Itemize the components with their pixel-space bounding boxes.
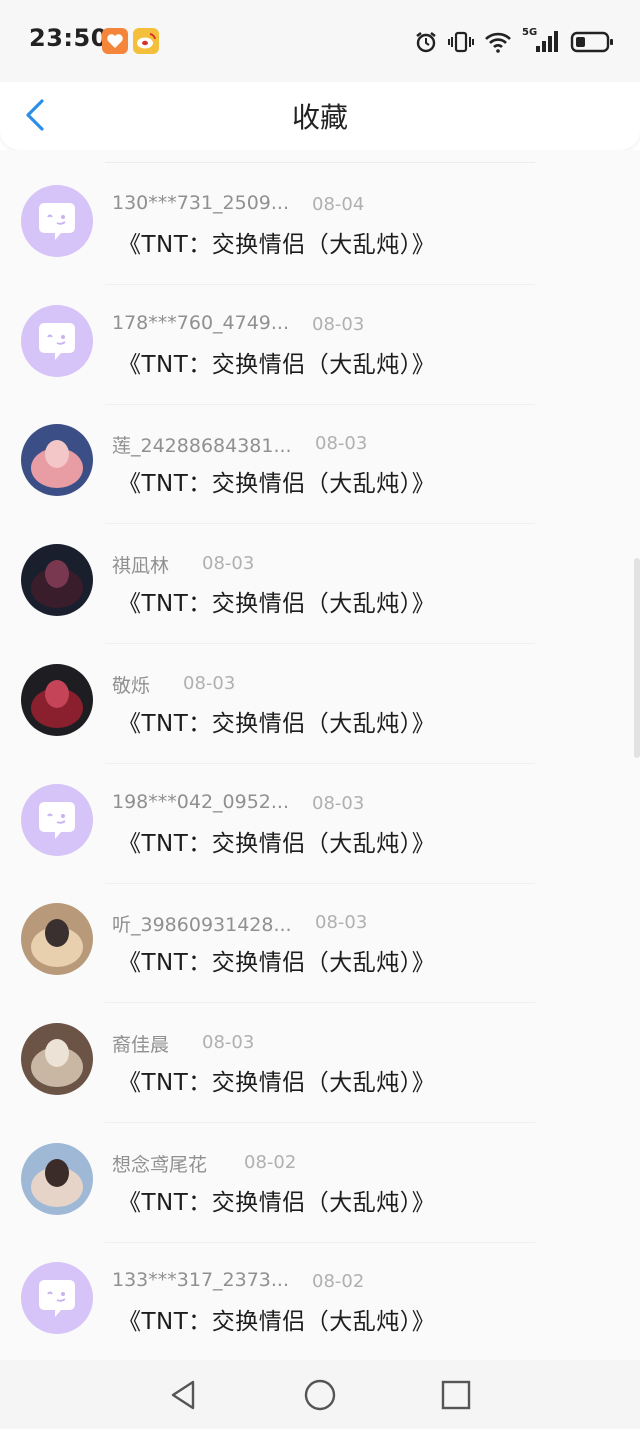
- nav-home-button[interactable]: [303, 1378, 337, 1412]
- signal-icon: 5G: [522, 27, 560, 54]
- list-item[interactable]: 祺凪林 08-03 《TNT：交换情侣（大乱炖）》: [0, 524, 640, 644]
- system-navigation-bar: [0, 1360, 640, 1429]
- work-title[interactable]: 《TNT：交换情侣（大乱炖）》: [118, 464, 435, 498]
- avatar[interactable]: [21, 784, 93, 856]
- avatar[interactable]: [21, 185, 93, 257]
- status-bar: 23:50 5G: [0, 0, 640, 82]
- avatar[interactable]: [21, 305, 93, 377]
- list-item[interactable]: 想念鸢尾花 08-02 《TNT：交换情侣（大乱炖）》: [0, 1123, 640, 1243]
- date: 08-03: [315, 433, 368, 454]
- date: 08-04: [312, 194, 365, 215]
- avatar[interactable]: [21, 903, 93, 975]
- avatar[interactable]: [21, 1023, 93, 1095]
- alarm-icon: [416, 32, 436, 53]
- list-item[interactable]: 莲_24288684381... 08-03 《TNT：交换情侣（大乱炖）》: [0, 404, 640, 524]
- wifi-icon: [485, 32, 511, 53]
- username: 想念鸢尾花: [112, 1154, 208, 1176]
- weibo-icon: [133, 28, 159, 54]
- scrollbar[interactable]: [634, 558, 640, 758]
- avatar[interactable]: [21, 664, 93, 736]
- nav-back-button[interactable]: [166, 1378, 200, 1412]
- username: 130***731_2509...: [112, 192, 290, 214]
- list-item[interactable]: 130***731_2509... 08-04 《TNT：交换情侣（大乱炖）》: [0, 165, 640, 285]
- top-app-bar: 收藏: [0, 82, 640, 150]
- home-circle-icon: [304, 1379, 336, 1411]
- date: 08-03: [312, 793, 365, 814]
- work-title[interactable]: 《TNT：交换情侣（大乱炖）》: [118, 225, 435, 259]
- username: 敬烁: [112, 675, 151, 697]
- username: 133***317_2373...: [112, 1269, 290, 1291]
- date: 08-03: [183, 673, 236, 694]
- work-title[interactable]: 《TNT：交换情侣（大乱炖）》: [118, 1183, 435, 1217]
- list-item[interactable]: 听_39860931428... 08-03 《TNT：交换情侣（大乱炖）》: [0, 883, 640, 1003]
- work-title[interactable]: 《TNT：交换情侣（大乱炖）》: [118, 943, 435, 977]
- username: 198***042_0952...: [112, 791, 290, 813]
- date: 08-02: [312, 1271, 365, 1292]
- work-title[interactable]: 《TNT：交换情侣（大乱炖）》: [118, 824, 435, 858]
- date: 08-03: [312, 314, 365, 335]
- list-item[interactable]: 133***317_2373... 08-02 《TNT：交换情侣（大乱炖）》: [0, 1242, 640, 1360]
- status-time: 23:50: [29, 24, 108, 52]
- date: 08-03: [202, 553, 255, 574]
- date: 08-03: [315, 912, 368, 933]
- work-title[interactable]: 《TNT：交换情侣（大乱炖）》: [118, 1302, 435, 1336]
- status-icons: 5G: [414, 26, 614, 58]
- username: 听_39860931428...: [112, 914, 292, 936]
- username: 祺凪林: [112, 555, 170, 577]
- list-item[interactable]: 178***760_4749... 08-03 《TNT：交换情侣（大乱炖）》: [0, 285, 640, 405]
- page-title: 收藏: [291, 101, 348, 134]
- nav-recents-button[interactable]: [439, 1378, 473, 1412]
- avatar[interactable]: [21, 544, 93, 616]
- username: 178***760_4749...: [112, 312, 290, 334]
- work-title[interactable]: 《TNT：交换情侣（大乱炖）》: [118, 584, 435, 618]
- battery-icon: [570, 31, 613, 53]
- list-item[interactable]: 裔佳晨 08-03 《TNT：交换情侣（大乱炖）》: [0, 1003, 640, 1123]
- work-title[interactable]: 《TNT：交换情侣（大乱炖）》: [118, 345, 435, 379]
- list-item[interactable]: 敬烁 08-03 《TNT：交换情侣（大乱炖）》: [0, 644, 640, 764]
- avatar[interactable]: [21, 1262, 93, 1334]
- favorites-list[interactable]: 130***731_2509... 08-04 《TNT：交换情侣（大乱炖）》 178…: [0, 150, 640, 1360]
- date: 08-02: [244, 1152, 297, 1173]
- recents-square-icon: [441, 1380, 471, 1410]
- work-title[interactable]: 《TNT：交换情侣（大乱炖）》: [118, 704, 435, 738]
- divider: [105, 162, 535, 163]
- work-title[interactable]: 《TNT：交换情侣（大乱炖）》: [118, 1063, 435, 1097]
- list-item[interactable]: 198***042_0952... 08-03 《TNT：交换情侣（大乱炖）》: [0, 764, 640, 884]
- avatar[interactable]: [21, 1143, 93, 1215]
- avatar[interactable]: [21, 424, 93, 496]
- username: 莲_24288684381...: [112, 435, 292, 457]
- back-triangle-icon: [171, 1380, 195, 1410]
- date: 08-03: [202, 1032, 255, 1053]
- vibrate-icon: [448, 31, 474, 53]
- network-type-label: 5G: [522, 27, 538, 38]
- orange-app-icon: [102, 28, 128, 54]
- username: 裔佳晨: [112, 1034, 170, 1056]
